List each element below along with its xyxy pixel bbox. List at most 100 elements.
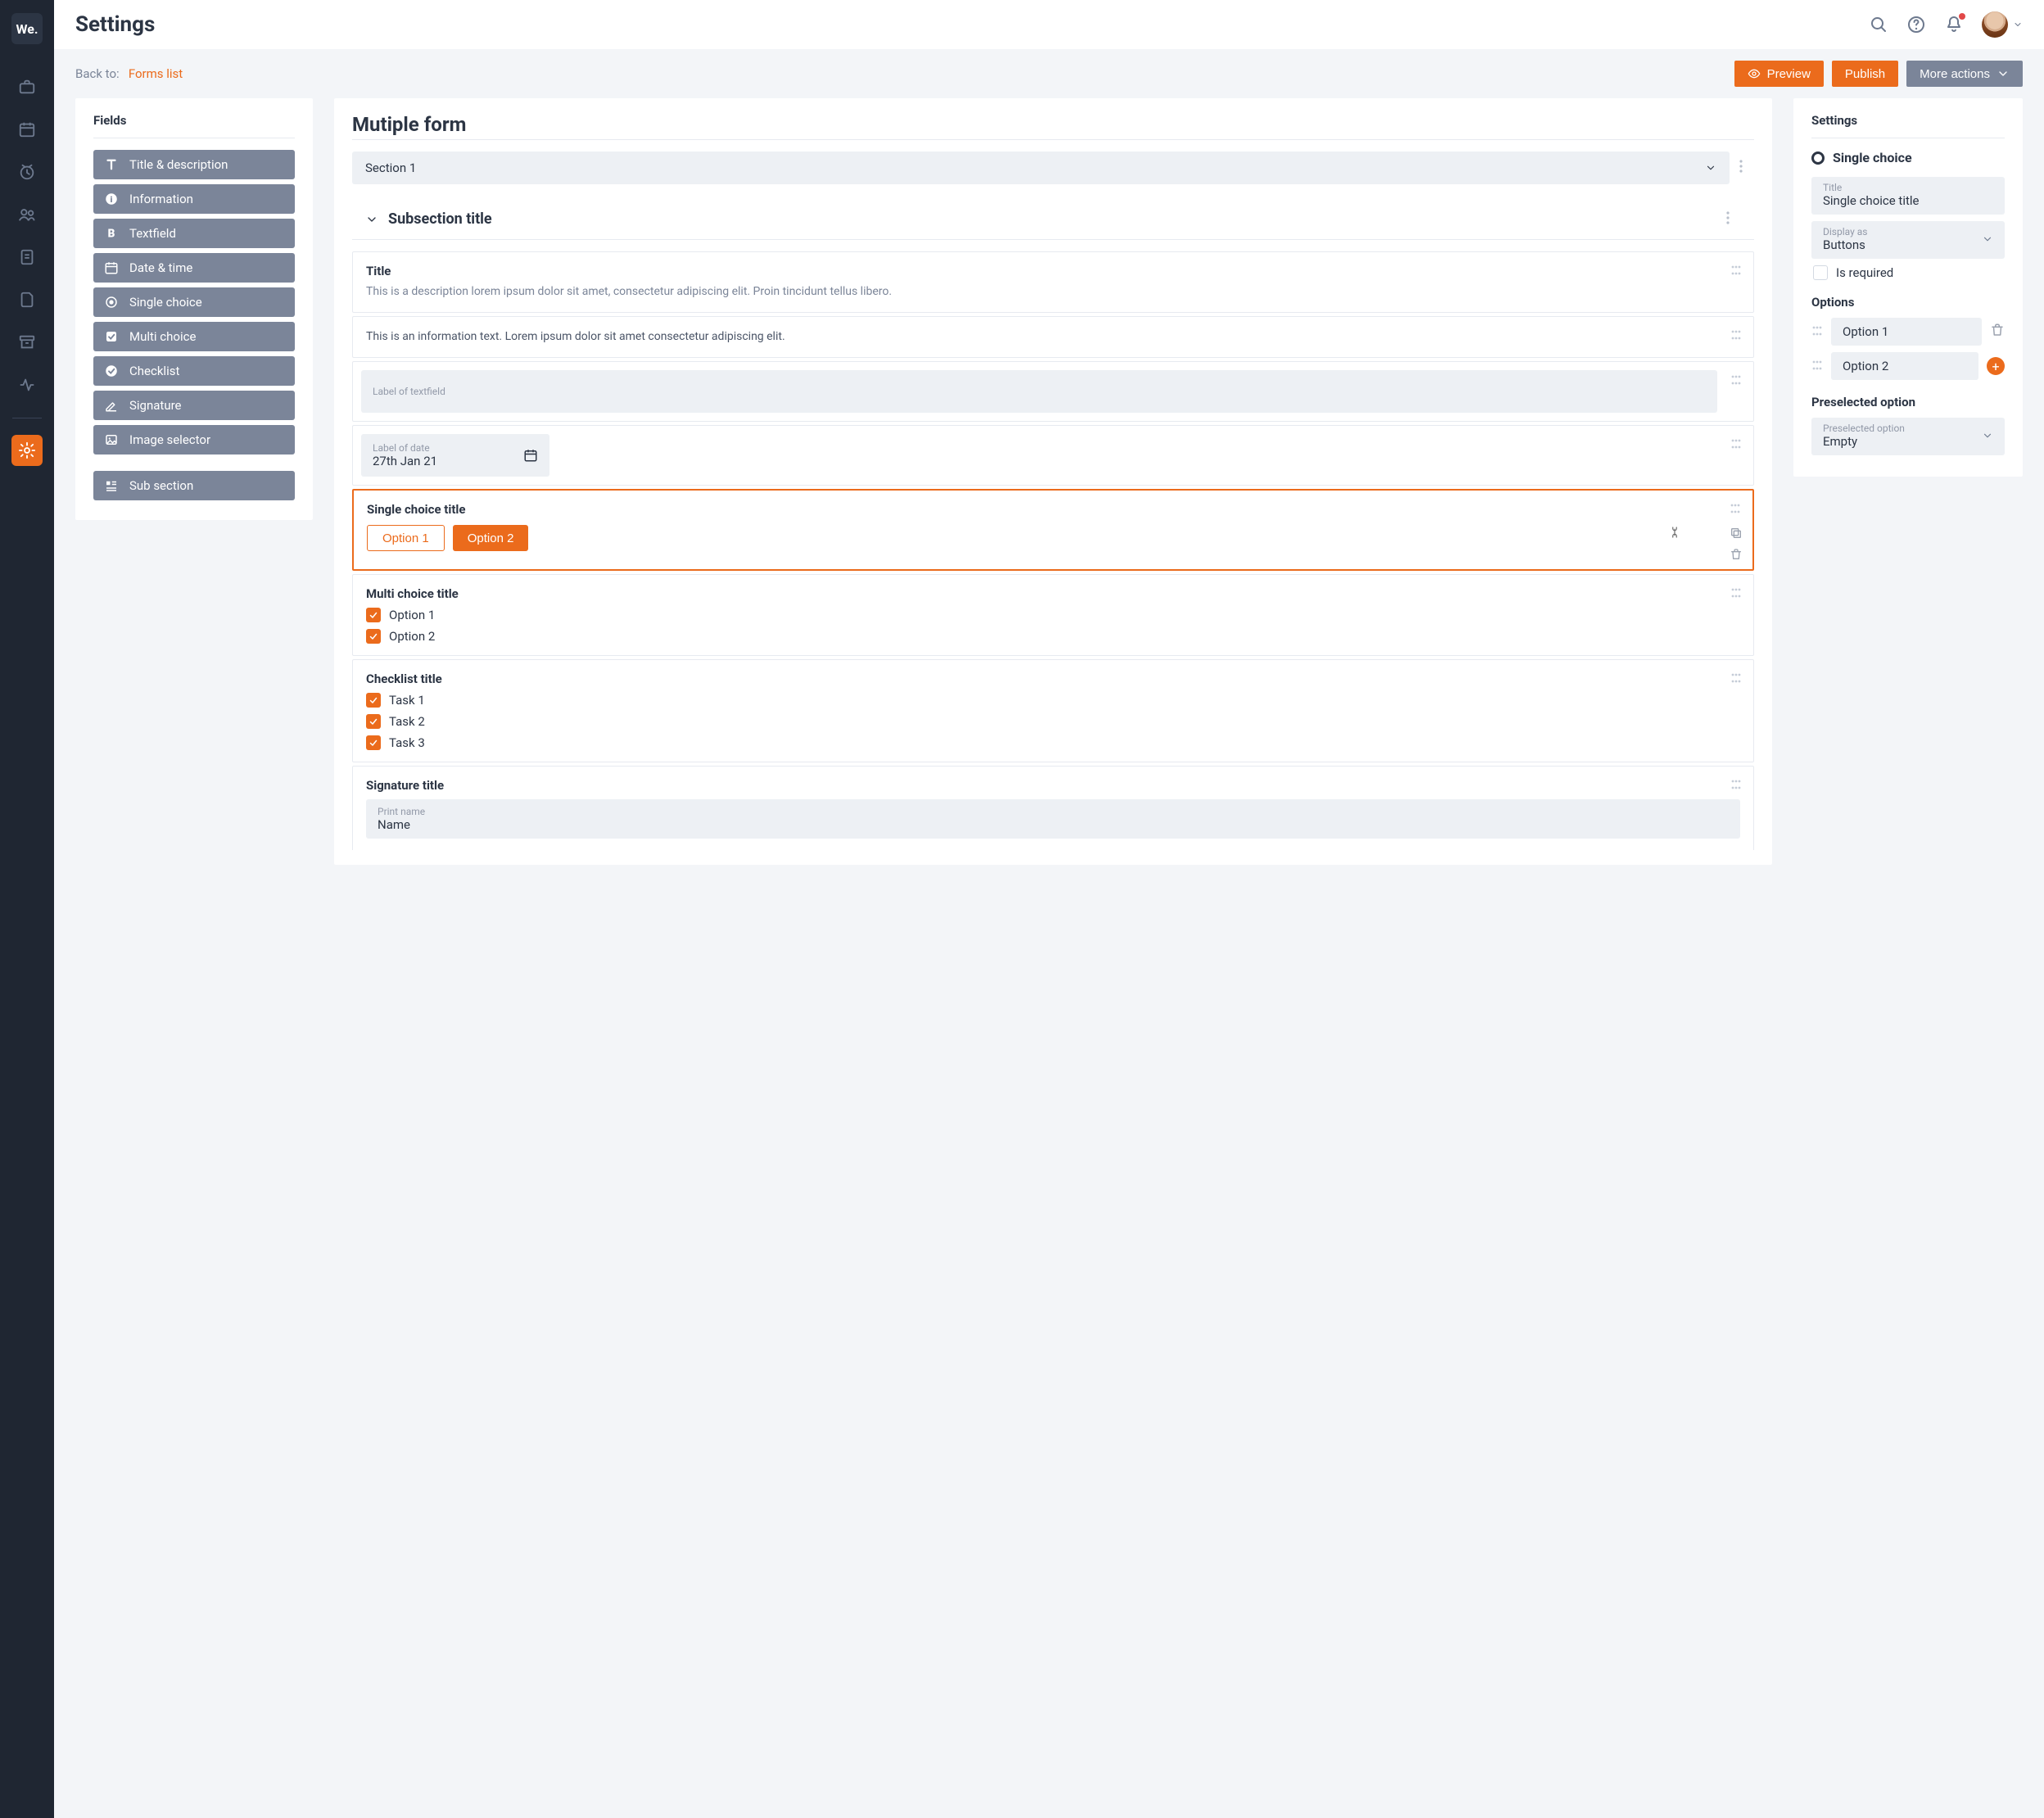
chevron-down-icon (1982, 430, 1993, 441)
checkbox-checked-icon[interactable] (366, 714, 381, 729)
nav-archive-icon[interactable] (0, 321, 54, 364)
drag-handle-icon[interactable] (1730, 586, 1742, 602)
block-multi-choice[interactable]: Multi choice title Option 1 Option 2 (352, 574, 1754, 656)
option-row: Option 2 + (1811, 352, 2005, 380)
block-checklist[interactable]: Checklist title Task 1 Task 2 Task 3 (352, 659, 1754, 762)
chevron-down-icon[interactable] (365, 213, 378, 226)
radio-icon (103, 294, 120, 310)
field-checklist[interactable]: Checklist (93, 356, 295, 386)
notification-dot (1959, 13, 1965, 20)
options-heading: Options (1811, 295, 2005, 310)
avatar (1982, 11, 2008, 38)
add-option-button[interactable]: + (1987, 357, 2005, 375)
drag-handle-icon[interactable] (1730, 264, 1742, 279)
image-icon (103, 432, 120, 448)
back-link[interactable]: Forms list (129, 66, 183, 81)
field-textfield[interactable]: Textfield (93, 219, 295, 248)
checkbox-checked-icon[interactable] (366, 693, 381, 708)
preview-button[interactable]: Preview (1734, 61, 1824, 87)
section-menu[interactable] (1739, 160, 1754, 176)
nav-calendar-icon[interactable] (0, 108, 54, 151)
chevron-down-icon (2013, 20, 2023, 29)
chevron-down-icon (1997, 67, 2010, 80)
block-textfield[interactable]: Label of textfield (352, 361, 1754, 422)
settings-panel: Settings Single choice Title Single choi… (1793, 98, 2023, 477)
form-title: Mutiple form (352, 113, 1754, 136)
checkbox-checked-icon[interactable] (366, 629, 381, 644)
cursor-icon (1667, 525, 1682, 543)
checkbox-checked-icon[interactable] (366, 608, 381, 622)
eye-icon (1748, 67, 1761, 80)
signature-icon (103, 397, 120, 414)
builder-panel: Mutiple form Section 1 Subsection title (334, 98, 1772, 865)
text-icon (103, 156, 120, 173)
title-field[interactable]: Title Single choice title (1811, 177, 2005, 215)
calendar-icon (523, 448, 538, 463)
field-subsection[interactable]: Sub section (93, 471, 295, 500)
drag-handle-icon[interactable] (1811, 359, 1823, 374)
settings-title: Settings (1811, 113, 2005, 128)
nav-briefcase-icon[interactable] (0, 66, 54, 108)
checkbox-checked-icon[interactable] (366, 735, 381, 750)
single-opt-2[interactable]: Option 2 (453, 525, 529, 551)
subsection-menu[interactable] (1726, 211, 1741, 228)
subsection-icon (103, 477, 120, 494)
field-information[interactable]: Information (93, 184, 295, 214)
component-type: Single choice (1811, 150, 2005, 165)
single-opt-1[interactable]: Option 1 (367, 525, 445, 551)
nav-activity-icon[interactable] (0, 364, 54, 406)
field-date-time[interactable]: Date & time (93, 253, 295, 283)
search-icon[interactable] (1869, 15, 1888, 34)
user-menu[interactable] (1982, 11, 2023, 38)
duplicate-icon[interactable] (1730, 527, 1743, 540)
trash-icon[interactable] (1730, 548, 1743, 561)
help-icon[interactable] (1906, 15, 1926, 34)
block-date[interactable]: Label of date 27th Jan 21 (352, 425, 1754, 486)
bold-icon (103, 225, 120, 242)
preselected-select[interactable]: Preselected option Empty (1811, 418, 2005, 455)
nav-clock-icon[interactable] (0, 151, 54, 193)
check-square-icon (103, 328, 120, 345)
option-input-2[interactable]: Option 2 (1831, 352, 1978, 380)
drag-handle-icon[interactable] (1730, 328, 1742, 344)
breadcrumb: Back to: Forms list (75, 66, 183, 81)
required-checkbox[interactable] (1813, 265, 1828, 280)
trash-icon[interactable] (1990, 323, 2005, 341)
block-title[interactable]: Title This is a description lorem ipsum … (352, 251, 1754, 313)
drag-handle-icon[interactable] (1730, 502, 1741, 518)
block-single-choice[interactable]: Single choice title Option 1 Option 2 (352, 489, 1754, 571)
field-multi-choice[interactable]: Multi choice (93, 322, 295, 351)
nav-rail: We. (0, 0, 54, 1818)
option-input-1[interactable]: Option 1 (1831, 318, 1982, 346)
chevron-down-icon (1982, 233, 1993, 245)
drag-handle-icon[interactable] (1730, 672, 1742, 687)
radio-icon (1811, 152, 1825, 165)
subsection-title: Subsection title (388, 210, 492, 228)
preselected-heading: Preselected option (1811, 395, 2005, 409)
section-select[interactable]: Section 1 (352, 152, 1730, 184)
page-title: Settings (75, 12, 155, 37)
nav-notes-icon[interactable] (0, 278, 54, 321)
field-title-description[interactable]: Title & description (93, 150, 295, 179)
display-as-select[interactable]: Display as Buttons (1811, 221, 2005, 259)
info-icon (103, 191, 120, 207)
block-signature[interactable]: Signature title Print name Name (352, 766, 1754, 850)
nav-docs-icon[interactable] (0, 236, 54, 278)
calendar-icon (103, 260, 120, 276)
field-image-selector[interactable]: Image selector (93, 425, 295, 454)
block-information[interactable]: This is an information text. Lorem ipsum… (352, 316, 1754, 358)
field-signature[interactable]: Signature (93, 391, 295, 420)
nav-settings-icon[interactable] (11, 435, 43, 466)
drag-handle-icon[interactable] (1730, 437, 1742, 453)
field-single-choice[interactable]: Single choice (93, 287, 295, 317)
bell-icon[interactable] (1944, 15, 1964, 34)
app-logo[interactable]: We. (11, 13, 43, 44)
topbar: Settings (54, 0, 2044, 49)
chevron-down-icon (1705, 162, 1716, 174)
option-row: Option 1 (1811, 318, 2005, 346)
nav-users-icon[interactable] (0, 193, 54, 236)
fields-panel: Fields Title & description Information T… (75, 98, 313, 520)
drag-handle-icon[interactable] (1730, 778, 1742, 794)
drag-handle-icon[interactable] (1730, 373, 1742, 389)
drag-handle-icon[interactable] (1811, 324, 1823, 340)
